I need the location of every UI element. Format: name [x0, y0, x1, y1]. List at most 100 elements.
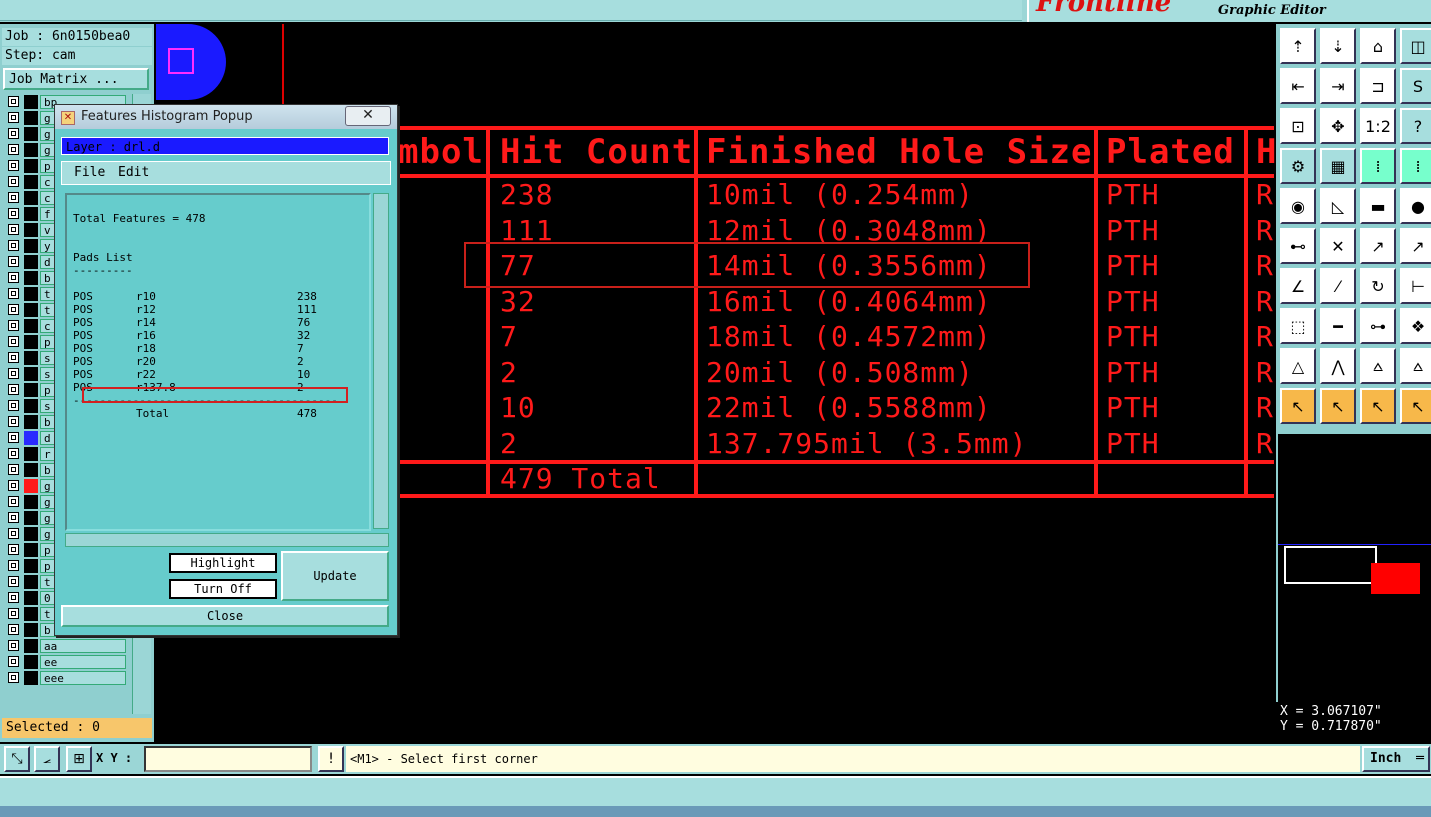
pad-row[interactable]: POS r20 2: [73, 355, 304, 368]
pan-icon[interactable]: ✥: [1320, 108, 1356, 144]
layer-color-swatch[interactable]: [24, 95, 38, 109]
layer-color-swatch[interactable]: [24, 511, 38, 525]
zoom-area-icon[interactable]: ⤡: [4, 746, 30, 772]
layer-color-swatch[interactable]: [24, 287, 38, 301]
pad-icon[interactable]: ◉: [1280, 188, 1316, 224]
layer-color-swatch[interactable]: [24, 127, 38, 141]
layers-alt-icon[interactable]: ⁞: [1400, 148, 1431, 184]
close-button[interactable]: Close: [61, 605, 389, 627]
layer-checkbox[interactable]: [8, 416, 19, 427]
layer-row[interactable]: ee: [4, 654, 152, 670]
arch-alt-icon[interactable]: ⩟: [1400, 348, 1431, 384]
layer-row[interactable]: aa: [4, 638, 152, 654]
layer-color-swatch[interactable]: [24, 447, 38, 461]
layer-color-swatch[interactable]: [24, 319, 38, 333]
layer-checkbox[interactable]: [8, 592, 19, 603]
list-horizontal-scrollbar[interactable]: [65, 533, 389, 547]
layer-color-swatch[interactable]: [24, 367, 38, 381]
layer-row[interactable]: eee: [4, 670, 152, 686]
list-vertical-scrollbar[interactable]: [373, 193, 389, 529]
fit-icon[interactable]: ⊡: [1280, 108, 1316, 144]
ruler-icon[interactable]: ▬: [1360, 188, 1396, 224]
measure-icon[interactable]: ⦟: [34, 746, 60, 772]
triangle-icon[interactable]: △: [1280, 348, 1316, 384]
layer-color-swatch[interactable]: [24, 351, 38, 365]
layer-color-swatch[interactable]: [24, 191, 38, 205]
layer-checkbox[interactable]: [8, 304, 19, 315]
layer-color-swatch[interactable]: [24, 527, 38, 541]
layer-color-swatch[interactable]: [24, 639, 38, 653]
layer-checkbox[interactable]: [8, 176, 19, 187]
select-box-icon[interactable]: ⬚: [1280, 308, 1316, 344]
layer-color-swatch[interactable]: [24, 655, 38, 669]
layer-color-swatch[interactable]: [24, 239, 38, 253]
layer-checkbox[interactable]: [8, 144, 19, 155]
horizontal-icon[interactable]: ━: [1320, 308, 1356, 344]
layer-checkbox[interactable]: [8, 432, 19, 443]
pointer-path-icon[interactable]: ↖: [1400, 388, 1431, 424]
move-right-icon[interactable]: ⇥: [1320, 68, 1356, 104]
pad-row[interactable]: POS r12 111: [73, 303, 317, 316]
layer-checkbox[interactable]: [8, 224, 19, 235]
layer-checkbox[interactable]: [8, 368, 19, 379]
layer-checkbox[interactable]: [8, 96, 19, 107]
layer-color-swatch[interactable]: [24, 255, 38, 269]
window-icon[interactable]: ◫: [1400, 28, 1431, 64]
xy-input[interactable]: [144, 746, 312, 772]
layer-checkbox[interactable]: [8, 672, 19, 683]
layer-checkbox[interactable]: [8, 528, 19, 539]
layer-name[interactable]: ee: [40, 655, 126, 669]
layer-checkbox[interactable]: [8, 640, 19, 651]
layer-color-swatch[interactable]: [24, 463, 38, 477]
move-left-icon[interactable]: ⇤: [1280, 68, 1316, 104]
layer-checkbox[interactable]: [8, 608, 19, 619]
layer-color-swatch[interactable]: [24, 399, 38, 413]
angle-icon[interactable]: ∠: [1280, 268, 1316, 304]
layer-checkbox[interactable]: [8, 240, 19, 251]
split-icon[interactable]: ⊢: [1400, 268, 1431, 304]
layer-color-swatch[interactable]: [24, 671, 38, 685]
connect-icon[interactable]: ⊷: [1280, 228, 1316, 264]
pad-row[interactable]: POS r14 76: [73, 316, 310, 329]
line-icon[interactable]: ◺: [1320, 188, 1356, 224]
layer-checkbox[interactable]: [8, 272, 19, 283]
arrow-alt-icon[interactable]: ↗: [1400, 228, 1431, 264]
layer-color-swatch[interactable]: [24, 207, 38, 221]
settings-icon[interactable]: ⚙: [1280, 148, 1316, 184]
scale-icon[interactable]: 1:2: [1360, 108, 1396, 144]
group-icon[interactable]: ❖: [1400, 308, 1431, 344]
pad-row[interactable]: POS r10 238: [73, 290, 317, 303]
layer-color-swatch[interactable]: [24, 223, 38, 237]
layer-checkbox[interactable]: [8, 288, 19, 299]
layer-checkbox[interactable]: [8, 320, 19, 331]
layer-color-swatch[interactable]: [24, 559, 38, 573]
layer-checkbox[interactable]: [8, 384, 19, 395]
bracket-icon[interactable]: ⊐: [1360, 68, 1396, 104]
pad-row[interactable]: POS r22 10: [73, 368, 310, 381]
pads-listbox[interactable]: Total Features = 478 Pads List ---------…: [65, 193, 371, 531]
highlight-button[interactable]: Highlight: [169, 553, 277, 573]
layer-color-swatch[interactable]: [24, 335, 38, 349]
layer-color-swatch[interactable]: [24, 495, 38, 509]
layer-checkbox[interactable]: [8, 496, 19, 507]
layer-checkbox[interactable]: [8, 512, 19, 523]
rotate-icon[interactable]: ↻: [1360, 268, 1396, 304]
arch-icon[interactable]: ⩟: [1360, 348, 1396, 384]
layer-name[interactable]: eee: [40, 671, 126, 685]
update-button[interactable]: Update: [281, 551, 389, 601]
home-icon[interactable]: ⌂: [1360, 28, 1396, 64]
layer-color-swatch[interactable]: [24, 159, 38, 173]
layer-color-swatch[interactable]: [24, 623, 38, 637]
pointer-icon[interactable]: ↖: [1280, 388, 1316, 424]
layer-checkbox[interactable]: [8, 656, 19, 667]
layer-color-swatch[interactable]: [24, 303, 38, 317]
pad-row[interactable]: POS r18 7: [73, 342, 304, 355]
move-up-icon[interactable]: ⇡: [1280, 28, 1316, 64]
arrow-icon[interactable]: ↗: [1360, 228, 1396, 264]
snap-icon[interactable]: S: [1400, 68, 1431, 104]
pointer-box-icon[interactable]: ↖: [1320, 388, 1356, 424]
diag-icon[interactable]: ⁄: [1320, 268, 1356, 304]
layer-checkbox[interactable]: [8, 208, 19, 219]
layer-color-swatch[interactable]: [24, 143, 38, 157]
circle-icon[interactable]: ●: [1400, 188, 1431, 224]
